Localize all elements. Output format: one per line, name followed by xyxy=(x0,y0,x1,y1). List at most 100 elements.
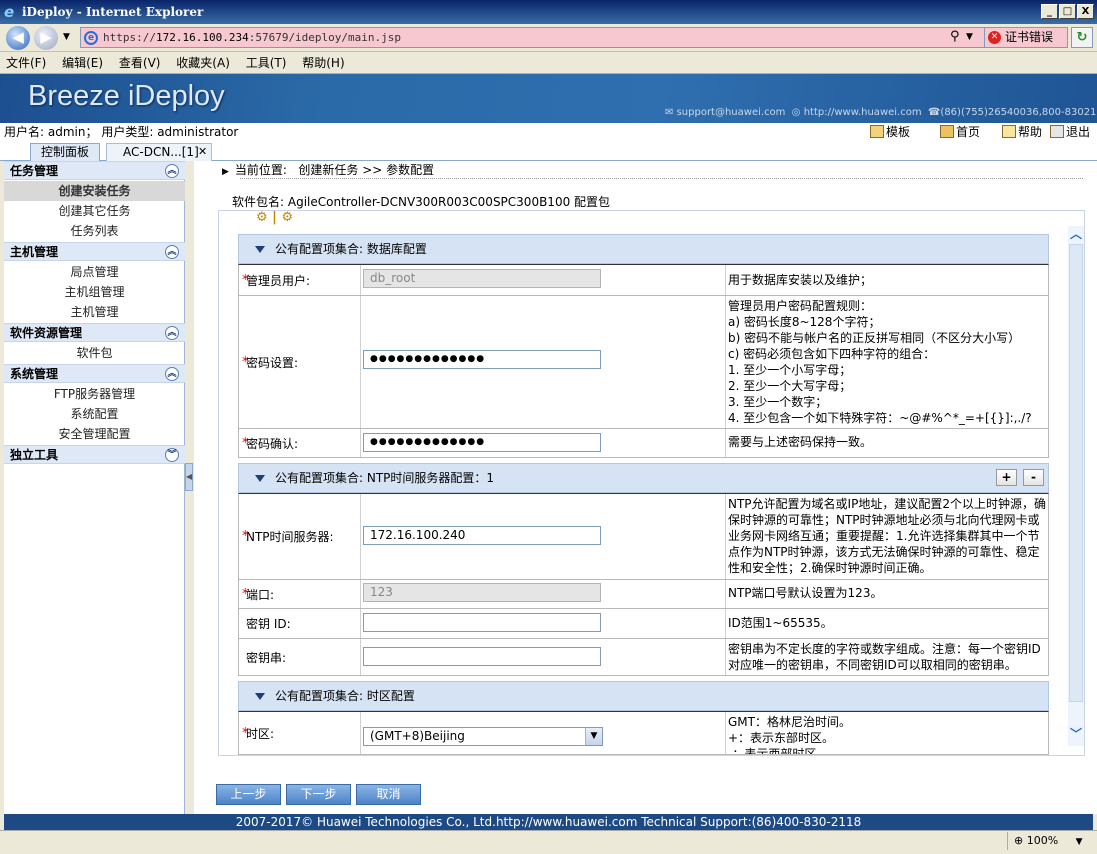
password-input[interactable]: ●●●●●●●●●●●●● xyxy=(363,350,601,369)
logout-link[interactable]: 退出 xyxy=(1050,123,1090,141)
menu-file[interactable]: 文件(F) xyxy=(6,56,46,70)
sidebar-item-create-other-task[interactable]: 创建其它任务 xyxy=(4,201,185,221)
scrollbar-thumb[interactable] xyxy=(1069,244,1083,702)
sidebar-item-host-group[interactable]: 主机组管理 xyxy=(4,282,185,302)
package-name: 软件包名: AgileController-DCNV300R003C00SPC3… xyxy=(232,193,610,210)
port-input[interactable]: 123 xyxy=(363,583,601,602)
url-path: :57679/ideploy/main.jsp xyxy=(248,31,402,44)
collapse-triangle-icon[interactable] xyxy=(255,693,265,700)
dropdown-arrow-icon[interactable]: ▼ xyxy=(585,728,602,745)
ntp-server-input[interactable]: 172.16.100.240 xyxy=(363,526,601,545)
desc-line: NTP允许配置为域名或IP地址，建议配置2个以上时钟源，确 xyxy=(728,497,1046,511)
field-row-ntp-server: * NTP时间服务器: 172.16.100.240 NTP允许配置为域名或IP地… xyxy=(238,493,1049,580)
ie-icon: e xyxy=(4,3,15,21)
menu-edit[interactable]: 编辑(E) xyxy=(62,56,103,70)
template-icon xyxy=(870,125,884,138)
menu-favorites[interactable]: 收藏夹(A) xyxy=(176,56,230,70)
sidebar-item-site[interactable]: 局点管理 xyxy=(4,262,185,282)
zoom-control[interactable]: ⊕ 100% ▼ xyxy=(1007,832,1093,850)
collapse-icon[interactable]: ︽ xyxy=(165,326,179,340)
field-label: * 端口: xyxy=(239,580,361,608)
scroll-down-icon[interactable]: ﹀ xyxy=(1068,726,1084,742)
menu-tools[interactable]: 工具(T) xyxy=(246,56,287,70)
group-ntp-header[interactable]: 公有配置项集合: NTP时间服务器配置：1 xyxy=(238,463,1049,493)
maximize-button[interactable]: □ xyxy=(1059,4,1076,19)
url-dropdown-icon[interactable]: ▼ xyxy=(966,32,973,42)
add-group-button[interactable]: + xyxy=(996,469,1017,486)
sidebar-item-system-config[interactable]: 系统配置 xyxy=(4,404,185,424)
expand-icon[interactable]: ︾ xyxy=(165,448,179,462)
tab-control-panel[interactable]: 控制面板 xyxy=(30,143,100,161)
help-label: 帮助 xyxy=(1018,125,1043,139)
menu-help[interactable]: 帮助(H) xyxy=(302,56,344,70)
field-row-admin-user: * 管理员用户: db_root 用于数据库安装以及维护； xyxy=(238,264,1049,296)
key-string-input[interactable] xyxy=(363,647,601,666)
history-dropdown-icon[interactable]: ▼ xyxy=(63,32,70,42)
timezone-select[interactable]: (GMT+8)Beijing ▼ xyxy=(363,727,603,746)
tab-control-panel-label: 控制面板 xyxy=(40,145,89,159)
close-tab-icon[interactable]: ✕ xyxy=(198,146,208,158)
sidebar-item-software-package[interactable]: 软件包 xyxy=(4,343,185,363)
collapse-triangle-icon[interactable] xyxy=(255,475,265,482)
package-value: AgileController-DCNV300R003C00SPC300B100… xyxy=(287,195,611,209)
desc-line: a) 密码长度8~128个字符； xyxy=(728,315,881,329)
sidebar-section-system[interactable]: 系统管理 ︽ xyxy=(4,364,185,383)
template-link[interactable]: 模板 xyxy=(870,123,910,141)
page-footer: 2007-2017© Huawei Technologies Co., Ltd.… xyxy=(4,814,1093,830)
sidebar-item-host[interactable]: 主机管理 xyxy=(4,302,185,322)
forward-button[interactable]: ▶ xyxy=(34,26,58,50)
password-desc: 管理员用户密码配置规则： a) 密码长度8~128个字符； b) 密码不能与帐户… xyxy=(725,296,1050,428)
required-marker: * xyxy=(242,725,249,741)
breadcrumb: ▶ 当前位置: 创建新任务 >> 参数配置 xyxy=(222,161,434,179)
remove-group-button[interactable]: - xyxy=(1023,469,1044,486)
sidebar-item-security-config[interactable]: 安全管理配置 xyxy=(4,424,185,444)
key-id-label: 密钥 ID: xyxy=(246,617,291,631)
help-icon xyxy=(1002,125,1016,138)
group-tz-header[interactable]: 公有配置项集合: 时区配置 xyxy=(238,681,1049,711)
refresh-button[interactable]: ↻ xyxy=(1071,27,1093,48)
scroll-up-icon[interactable]: ︿ xyxy=(1068,226,1084,242)
zoom-dropdown-icon[interactable]: ▼ xyxy=(1076,837,1083,847)
help-link[interactable]: 帮助 xyxy=(1002,123,1042,141)
status-bar xyxy=(0,830,1097,854)
collapse-icon[interactable]: ︽ xyxy=(165,367,179,381)
cancel-button[interactable]: 取消 xyxy=(356,784,421,805)
group-db-header[interactable]: 公有配置项集合: 数据库配置 xyxy=(238,234,1049,264)
collapse-all-icon[interactable]: ⚙ xyxy=(281,210,293,225)
sidebar-section-tools[interactable]: 独立工具 ︾ xyxy=(4,445,185,464)
admin-user-input[interactable]: db_root xyxy=(363,269,601,288)
ntp-server-desc: NTP允许配置为域名或IP地址，建议配置2个以上时钟源，确 保时钟源的可靠性；N… xyxy=(725,494,1050,579)
section-title: 软件资源管理 xyxy=(10,326,83,340)
next-step-button[interactable]: 下一步 xyxy=(286,784,351,805)
menu-view[interactable]: 查看(V) xyxy=(119,56,161,70)
sidebar-collapse-handle[interactable]: ◀ xyxy=(185,463,193,491)
password-confirm-desc: 需要与上述密码保持一致。 xyxy=(725,429,1050,457)
close-window-button[interactable]: X xyxy=(1077,4,1094,19)
required-marker: * xyxy=(242,586,249,602)
sidebar-item-task-list[interactable]: 任务列表 xyxy=(4,221,185,241)
sidebar-section-software[interactable]: 软件资源管理 ︽ xyxy=(4,323,185,342)
banner-contact: ✉ support@huawei.com ◎ http://www.huawei… xyxy=(665,107,1097,118)
url-host: 172.16.100.234 xyxy=(155,31,249,44)
tab-task[interactable]: AC-DCN...[1] xyxy=(106,143,212,161)
collapse-icon[interactable]: ︽ xyxy=(165,245,179,259)
search-icon[interactable]: ⚲ xyxy=(950,29,960,44)
collapse-triangle-icon[interactable] xyxy=(255,246,265,253)
expand-all-icon[interactable]: ⚙ xyxy=(256,210,268,225)
sidebar-item-create-install-task[interactable]: 创建安装任务 xyxy=(4,181,185,201)
sidebar-item-ftp[interactable]: FTP服务器管理 xyxy=(4,384,185,404)
collapse-icon[interactable]: ︽ xyxy=(165,164,179,178)
sidebar-section-task[interactable]: 任务管理 ︽ xyxy=(4,161,185,180)
back-button[interactable]: ◀ xyxy=(6,26,30,50)
window-title: iDeploy - Internet Explorer xyxy=(22,5,204,19)
globe-icon: ◎ xyxy=(791,107,801,118)
zoom-level: 100% xyxy=(1026,834,1059,847)
minimize-button[interactable]: _ xyxy=(1041,4,1058,19)
sidebar-section-host[interactable]: 主机管理 ︽ xyxy=(4,242,185,261)
key-id-input[interactable] xyxy=(363,613,601,632)
password-confirm-input[interactable]: ●●●●●●●●●●●●● xyxy=(363,433,601,452)
url-input[interactable]: https://172.16.100.234:57679/ideploy/mai… xyxy=(80,27,985,48)
previous-step-button[interactable]: 上一步 xyxy=(216,784,281,805)
breadcrumb-label: 当前位置: xyxy=(234,163,287,177)
home-link[interactable]: 首页 xyxy=(940,123,980,141)
